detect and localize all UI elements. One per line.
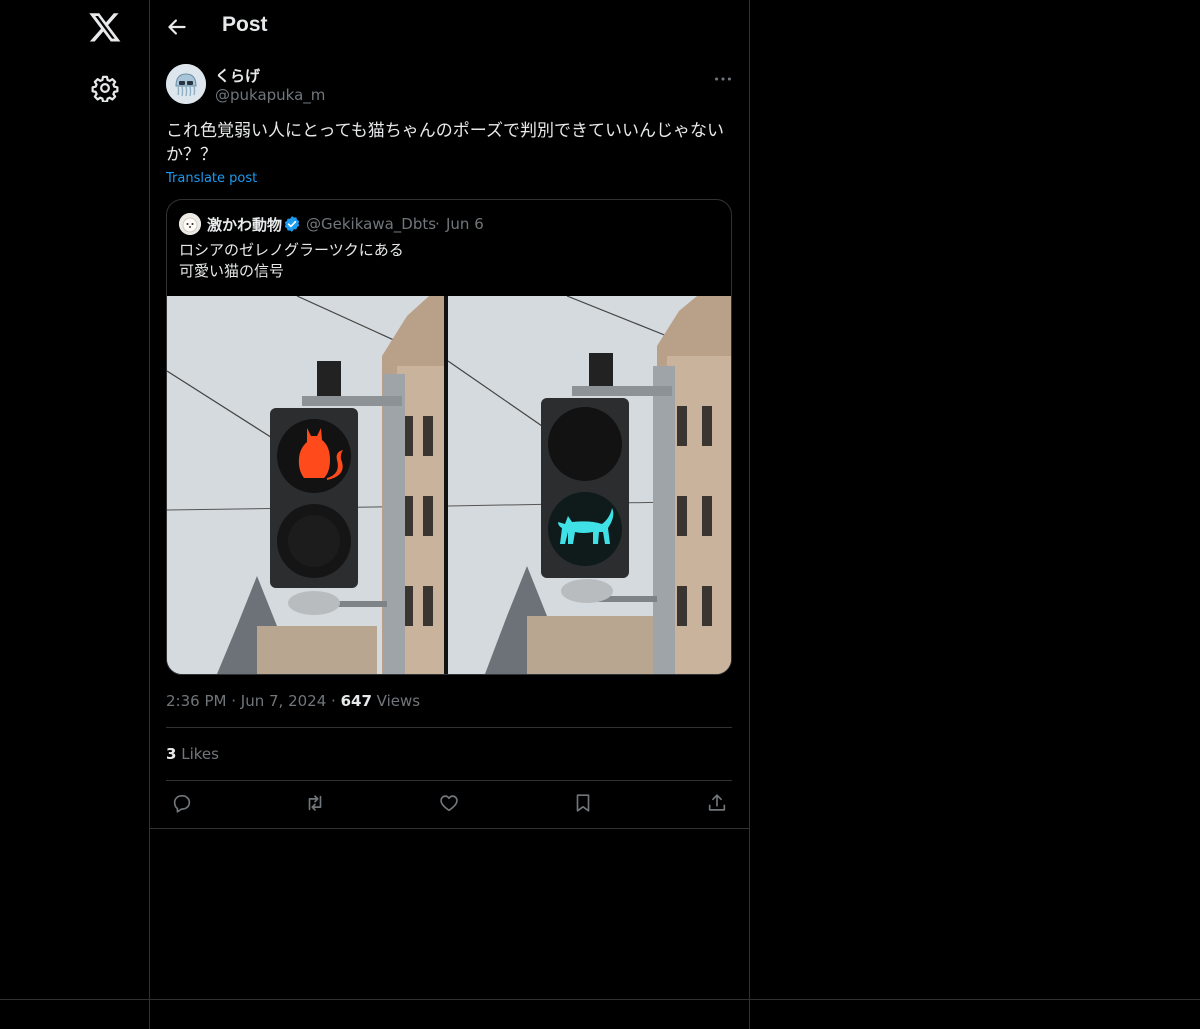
likes-label: Likes: [181, 745, 219, 763]
divider: [166, 727, 732, 728]
likes-link[interactable]: 3 Likes: [166, 745, 219, 763]
page: Post くらげ @pukapuka_m これ色覚弱い人にとっても猫ちゃんのポー…: [0, 0, 1200, 1029]
jellyfish-avatar-icon: [166, 64, 206, 104]
author-handle[interactable]: @pukapuka_m: [215, 86, 325, 104]
more-options-icon[interactable]: [712, 68, 734, 90]
back-arrow-icon[interactable]: [164, 14, 190, 40]
quoted-post[interactable]: 激かわ動物 @Gekikawa_Dbts · Jun 6 ロシアのゼレノグラーツ…: [166, 199, 732, 675]
post-actions: [166, 790, 732, 820]
separator-dot: ·: [435, 215, 440, 233]
post-text-line: これ色覚弱い人にとっても猫ちゃんのポーズで判別できていいんじゃない: [166, 121, 724, 141]
post-text-line: か？？: [166, 145, 217, 165]
main-column: Post くらげ @pukapuka_m これ色覚弱い人にとっても猫ちゃんのポー…: [149, 0, 750, 1029]
author-name[interactable]: くらげ: [215, 65, 260, 86]
bookmark-icon[interactable]: [572, 792, 594, 814]
quote-avatar[interactable]: [179, 213, 201, 235]
like-heart-icon[interactable]: [438, 792, 460, 814]
post-text: これ色覚弱い人にとっても猫ちゃんのポーズで判別できていいんじゃない か？？: [166, 119, 736, 167]
quote-author-handle: @Gekikawa_Dbts: [306, 215, 437, 233]
divider: [166, 780, 732, 781]
post-time[interactable]: 2:36 PM: [166, 692, 226, 710]
left-nav: [0, 0, 149, 1029]
quote-media[interactable]: [167, 295, 731, 674]
bottom-divider: [0, 999, 1200, 1000]
quote-author-name: 激かわ動物: [207, 216, 283, 234]
page-title: Post: [222, 13, 268, 36]
reply-icon[interactable]: [171, 792, 193, 814]
x-logo-icon[interactable]: [88, 10, 122, 44]
separator-dot: ·: [231, 692, 241, 710]
separator-dot: ·: [331, 692, 341, 710]
gear-icon[interactable]: [91, 74, 119, 102]
photo-left: [167, 295, 445, 674]
cat-traffic-signal-photo: [167, 295, 731, 674]
verified-badge-icon: [284, 216, 300, 232]
share-icon[interactable]: [706, 792, 728, 814]
page-header: Post: [150, 0, 749, 54]
post-author: くらげ @pukapuka_m: [166, 64, 734, 108]
translate-post-link[interactable]: Translate post: [166, 171, 257, 186]
post-date[interactable]: Jun 7, 2024: [241, 692, 326, 710]
views-label: Views: [376, 692, 421, 710]
quote-text-line: 可愛い猫の信号: [179, 262, 285, 280]
dog-avatar-icon: [179, 213, 201, 235]
post-meta: 2:36 PM · Jun 7, 2024 · 647 Views: [166, 692, 420, 710]
avatar[interactable]: [166, 64, 206, 104]
photo-right: [447, 295, 731, 674]
repost-icon[interactable]: [304, 792, 326, 814]
likes-count: 3: [166, 745, 177, 763]
views-count: 647: [340, 692, 372, 710]
quote-text: ロシアのゼレノグラーツクにある 可愛い猫の信号: [179, 240, 404, 282]
divider: [150, 828, 749, 829]
quote-date: Jun 6: [446, 215, 484, 233]
quote-text-line: ロシアのゼレノグラーツクにある: [179, 241, 404, 259]
